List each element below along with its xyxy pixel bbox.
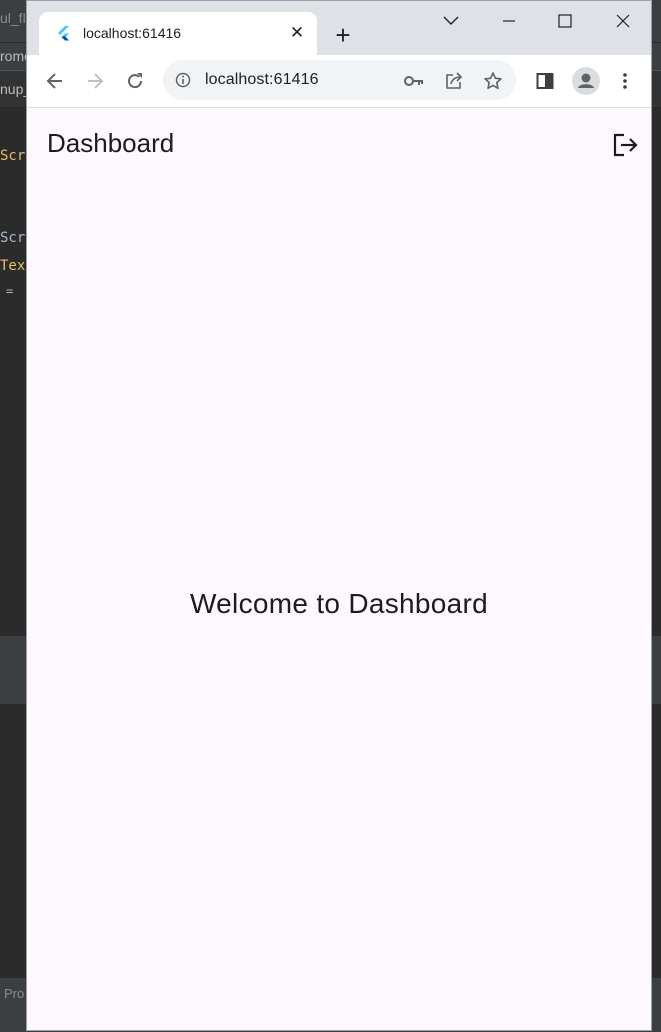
app-page: Dashboard Welcome to Dashboard xyxy=(27,108,651,1030)
ide-code-line: Scr xyxy=(0,148,26,164)
close-window-icon[interactable] xyxy=(603,7,643,35)
reload-icon[interactable] xyxy=(121,67,149,95)
star-icon[interactable] xyxy=(482,70,504,92)
new-tab-button[interactable]: + xyxy=(329,21,357,49)
profile-avatar-icon[interactable] xyxy=(571,66,601,96)
tab-title: localhost:61416 xyxy=(83,25,182,41)
logout-icon[interactable] xyxy=(611,130,641,160)
back-icon[interactable] xyxy=(41,67,69,95)
site-info-icon[interactable] xyxy=(175,72,191,88)
key-icon[interactable] xyxy=(403,70,425,92)
close-tab-icon[interactable]: ✕ xyxy=(287,23,307,43)
browser-tab[interactable]: localhost:61416 ✕ xyxy=(39,12,317,55)
page-title: Dashboard xyxy=(47,128,175,158)
ide-code-line: Tex xyxy=(0,258,26,274)
address-bar[interactable]: localhost:61416 xyxy=(163,60,516,100)
tab-search-icon[interactable] xyxy=(431,7,471,35)
ide-bottom-text: Pro xyxy=(4,986,25,1001)
menu-icon[interactable] xyxy=(611,67,639,95)
ide-code-line: Scr xyxy=(0,230,26,246)
browser-window: localhost:61416 ✕ + localhost:61416 Dash… xyxy=(26,0,652,1031)
share-icon[interactable] xyxy=(443,70,465,92)
minimize-icon[interactable] xyxy=(489,7,529,35)
address-url[interactable]: localhost:61416 xyxy=(205,71,319,89)
flutter-logo-icon xyxy=(55,25,73,43)
side-panel-icon[interactable] xyxy=(531,67,559,95)
browser-toolbar: localhost:61416 xyxy=(27,55,651,108)
browser-title-bar: localhost:61416 ✕ + xyxy=(27,1,651,55)
welcome-message: Welcome to Dashboard xyxy=(189,588,489,619)
forward-icon[interactable] xyxy=(81,67,109,95)
maximize-icon[interactable] xyxy=(545,7,585,35)
ide-code-line: = xyxy=(6,284,14,298)
